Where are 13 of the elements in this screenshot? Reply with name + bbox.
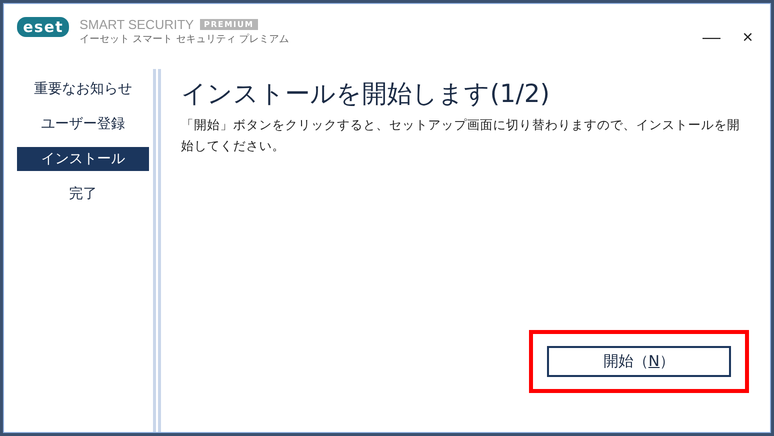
close-button[interactable]: × bbox=[738, 27, 757, 47]
page-title: インストールを開始します(1/2) bbox=[181, 78, 551, 110]
minimize-button[interactable]: — bbox=[698, 27, 724, 47]
start-button[interactable]: 開始（N） bbox=[547, 346, 731, 377]
step-item: 重要なお知らせ bbox=[33, 80, 133, 99]
step-item: ユーザー登録 bbox=[40, 115, 126, 134]
step-item: インストール bbox=[17, 147, 149, 171]
product-subtitle: イーセット スマート セキュリティ プレミアム bbox=[79, 34, 289, 45]
product-name: SMART SECURITY bbox=[79, 17, 194, 32]
instruction-text: 「開始」ボタンをクリックすると、セットアップ画面に切り替わりますので、インストールを開始してください。 bbox=[181, 116, 741, 155]
step-item: 完了 bbox=[68, 185, 98, 204]
edition-badge: PREMIUM bbox=[200, 19, 258, 30]
logo: eset bbox=[17, 17, 70, 37]
